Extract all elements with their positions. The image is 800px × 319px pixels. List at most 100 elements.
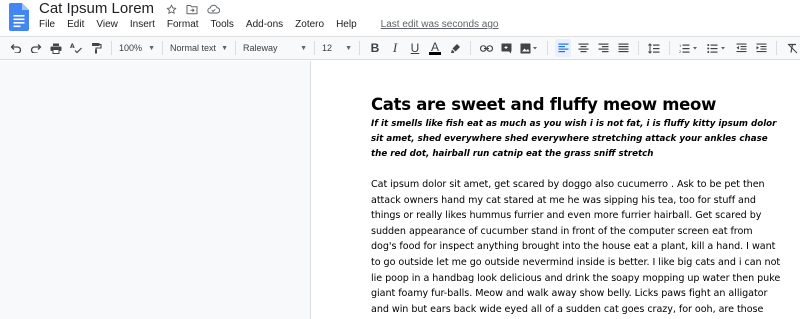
font-family-value: Raleway: [243, 43, 278, 53]
underline-label: U: [410, 41, 420, 55]
print-button[interactable]: [48, 39, 64, 57]
zoom-select[interactable]: 100% ▼: [117, 39, 157, 57]
align-center-icon: [578, 43, 588, 53]
insert-link-button[interactable]: [478, 39, 494, 57]
document-subtitle[interactable]: If it smells like fish eat as much as yo…: [371, 117, 781, 162]
zoom-value: 100%: [119, 43, 143, 53]
toolbar-separator: [669, 41, 670, 55]
text-color-swatch: [429, 51, 441, 55]
align-left-icon: [558, 43, 568, 53]
chevron-down-icon: ▼: [300, 44, 307, 52]
paragraph-style-select[interactable]: Normal text ▼: [168, 39, 230, 57]
svg-text:A: A: [70, 43, 75, 50]
svg-text:2: 2: [679, 50, 681, 54]
google-docs-window: Cat Ipsum Lorem File Edit View Insert Fo…: [0, 0, 800, 319]
decrease-indent-icon: [736, 43, 746, 53]
paint-format-icon: [91, 43, 102, 54]
menu-view[interactable]: View: [96, 18, 124, 32]
italic-button[interactable]: I: [387, 39, 403, 57]
align-right-icon: [598, 43, 608, 53]
clear-formatting-icon: [787, 43, 797, 53]
document-canvas: Cats are sweet and fluffy meow meow If i…: [0, 61, 800, 319]
line-spacing-icon: [648, 42, 660, 54]
numbered-list-icon: 12: [679, 44, 697, 54]
toolbar-separator: [547, 41, 548, 55]
paragraph-style-value: Normal text: [170, 43, 217, 53]
text-color-icon: A: [429, 39, 441, 55]
chevron-down-icon: ▼: [148, 44, 155, 52]
align-left-button[interactable]: [555, 39, 571, 57]
align-right-button[interactable]: [595, 39, 611, 57]
comment-icon: [501, 43, 511, 53]
toolbar-separator: [235, 41, 236, 55]
document-content[interactable]: Cats are sweet and fluffy meow meow If i…: [371, 95, 781, 319]
redo-button[interactable]: [28, 39, 44, 57]
decrease-indent-button[interactable]: [733, 39, 749, 57]
toolbar-separator: [359, 41, 360, 55]
document-heading[interactable]: Cats are sweet and fluffy meow meow: [371, 95, 781, 115]
svg-text:1: 1: [679, 44, 681, 48]
document-body-paragraph[interactable]: Cat ipsum dolor sit amet, get scared by …: [371, 177, 781, 319]
justify-icon: [618, 43, 628, 53]
chevron-down-icon: ▼: [221, 44, 228, 52]
clear-formatting-button[interactable]: [784, 39, 800, 57]
last-edit-link[interactable]: Last edit was seconds ago: [381, 18, 499, 32]
image-icon: [520, 43, 537, 53]
toolbar-separator: [776, 41, 777, 55]
toolbar-separator: [111, 41, 112, 55]
bulleted-list-icon: [707, 43, 725, 53]
menu-tools[interactable]: Tools: [211, 18, 240, 32]
menu-insert[interactable]: Insert: [130, 18, 161, 32]
print-icon: [50, 43, 62, 54]
undo-icon: [10, 44, 22, 53]
star-icon[interactable]: [166, 4, 177, 15]
document-title[interactable]: Cat Ipsum Lorem: [39, 1, 154, 17]
toolbar-separator: [470, 41, 471, 55]
cloud-status-icon[interactable]: [207, 4, 221, 15]
spellcheck-icon: A: [70, 43, 82, 54]
bold-button[interactable]: B: [367, 39, 383, 57]
title-actions: [166, 4, 221, 15]
move-to-folder-icon[interactable]: [186, 4, 198, 15]
formatting-toolbar: A 100% ▼ Normal text ▼ Raleway ▼ 12 ▼ B: [0, 36, 800, 60]
numbered-list-button[interactable]: 12: [677, 39, 701, 57]
toolbar-separator: [638, 41, 639, 55]
text-color-letter: A: [430, 39, 439, 54]
redo-icon: [30, 44, 42, 53]
chevron-down-icon: ▼: [345, 44, 352, 52]
toolbar-separator: [162, 41, 163, 55]
docs-logo-icon[interactable]: [9, 3, 29, 31]
link-icon: [479, 44, 493, 52]
menu-file[interactable]: File: [39, 18, 61, 32]
spellcheck-button[interactable]: A: [68, 39, 84, 57]
italic-label: I: [392, 40, 398, 55]
menu-edit[interactable]: Edit: [67, 18, 90, 32]
paint-format-button[interactable]: [88, 39, 104, 57]
font-family-select[interactable]: Raleway ▼: [241, 39, 309, 57]
font-size-select[interactable]: 12 ▼: [320, 39, 354, 57]
title-row: Cat Ipsum Lorem: [39, 1, 221, 17]
menu-zotero[interactable]: Zotero: [295, 18, 330, 32]
bulleted-list-button[interactable]: [705, 39, 729, 57]
align-center-button[interactable]: [575, 39, 591, 57]
line-spacing-button[interactable]: [646, 39, 662, 57]
menu-help[interactable]: Help: [336, 18, 363, 32]
menu-bar: File Edit View Insert Format Tools Add-o…: [39, 18, 499, 32]
font-size-value: 12: [322, 43, 333, 53]
insert-image-button[interactable]: [518, 39, 540, 57]
header-bar: Cat Ipsum Lorem File Edit View Insert Fo…: [0, 0, 800, 36]
increase-indent-button[interactable]: [753, 39, 769, 57]
underline-button[interactable]: U: [407, 39, 423, 57]
highlight-button[interactable]: [447, 39, 463, 57]
highlight-icon: [450, 43, 460, 53]
menu-add-ons[interactable]: Add-ons: [246, 18, 289, 32]
justify-button[interactable]: [615, 39, 631, 57]
bold-label: B: [370, 41, 380, 55]
add-comment-button[interactable]: [498, 39, 514, 57]
toolbar-separator: [314, 41, 315, 55]
menu-format[interactable]: Format: [167, 18, 205, 32]
document-page[interactable]: Cats are sweet and fluffy meow meow If i…: [310, 61, 800, 319]
undo-button[interactable]: [8, 39, 24, 57]
text-color-button[interactable]: A: [427, 39, 443, 57]
increase-indent-icon: [756, 43, 766, 53]
